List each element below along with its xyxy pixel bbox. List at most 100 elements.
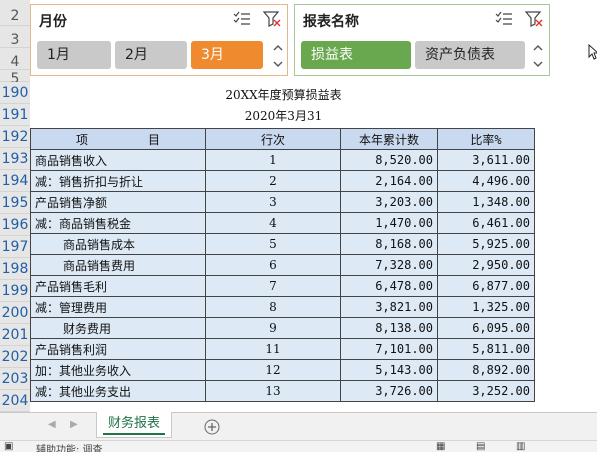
table-row: 产品销售毛利 7 6,478.00 6,877.00 — [30, 275, 535, 297]
cell-rate[interactable]: 5,925.00 — [437, 233, 535, 255]
cell-rate[interactable]: 1,348.00 — [437, 191, 535, 213]
clear-filter-icon[interactable] — [525, 11, 543, 27]
month-slicer-scroll[interactable] — [271, 41, 285, 75]
slicer-report-item[interactable]: 损益表 — [301, 41, 411, 69]
cell-rate[interactable]: 4,496.00 — [437, 170, 535, 192]
cell-value[interactable]: 8,138.00 — [340, 317, 438, 339]
cell-name[interactable]: 产品销售毛利 — [30, 275, 206, 297]
cell-value[interactable]: 8,168.00 — [340, 233, 438, 255]
report-date: 2020年3月31 — [244, 109, 323, 123]
cell-seq[interactable]: 13 — [205, 380, 341, 402]
cell-value[interactable]: 3,821.00 — [340, 296, 438, 318]
cell-name[interactable]: 财务费用 — [30, 317, 206, 339]
scroll-up-down-icon[interactable] — [271, 41, 285, 71]
cell-value[interactable]: 6,478.00 — [340, 275, 438, 297]
cell-seq[interactable]: 4 — [205, 212, 341, 234]
row-header[interactable]: 201 — [0, 324, 30, 346]
cell-rate[interactable]: 3,611.00 — [437, 149, 535, 171]
column-header[interactable]: 本年累计数 — [340, 128, 438, 150]
column-header[interactable]: 项 目 — [30, 128, 206, 150]
tab-finance-report[interactable]: 财务报表 — [96, 412, 172, 438]
cell-value[interactable]: 7,101.00 — [340, 338, 438, 360]
row-header[interactable]: 203 — [0, 368, 30, 390]
row-header[interactable]: 191 — [0, 104, 30, 126]
row-header[interactable]: 194 — [0, 170, 30, 192]
row-header[interactable]: 193 — [0, 148, 30, 170]
tab-scroll-left-icon[interactable]: ◀ — [48, 419, 56, 430]
row-header[interactable]: 196 — [0, 214, 30, 236]
cell-value[interactable]: 3,203.00 — [340, 191, 438, 213]
cell-seq[interactable]: 3 — [205, 191, 341, 213]
row-header[interactable]: 192 — [0, 126, 30, 148]
cell-rate[interactable]: 6,095.00 — [437, 317, 535, 339]
cell-name[interactable]: 减：管理费用 — [30, 296, 206, 318]
scroll-up-down-icon[interactable] — [531, 41, 545, 71]
table-row: 减：其他业务支出 13 3,726.00 3,252.00 — [30, 380, 535, 402]
row-header[interactable]: 190 — [0, 82, 30, 104]
clear-filter-icon[interactable] — [263, 11, 281, 27]
row-header[interactable]: 204 — [0, 390, 30, 412]
cell-value[interactable]: 8,520.00 — [340, 149, 438, 171]
plus-circle-icon[interactable] — [204, 419, 220, 435]
cell-rate[interactable]: 2,950.00 — [437, 254, 535, 276]
cell-name[interactable]: 减：商品销售税金 — [30, 212, 206, 234]
row-header[interactable]: 198 — [0, 258, 30, 280]
cell-name[interactable]: 商品销售成本 — [30, 233, 206, 255]
normal-view-icon[interactable]: ▦ — [436, 441, 454, 452]
cell-name[interactable]: 商品销售费用 — [30, 254, 206, 276]
cell-name[interactable]: 产品销售净额 — [30, 191, 206, 213]
row-header[interactable]: 3 — [0, 26, 30, 48]
row-header[interactable]: 202 — [0, 346, 30, 368]
row-header[interactable]: 5 — [0, 70, 30, 87]
cell-seq[interactable]: 6 — [205, 254, 341, 276]
table-row: 商品销售费用 6 7,328.00 2,950.00 — [30, 254, 535, 276]
cell-seq[interactable]: 5 — [205, 233, 341, 255]
row-header[interactable]: 2 — [0, 0, 30, 26]
page-layout-icon[interactable]: ▤ — [476, 441, 485, 452]
slicer-month-item[interactable]: 1月 — [37, 41, 111, 69]
cell-name[interactable]: 减：其他业务支出 — [30, 380, 206, 402]
multi-select-icon[interactable] — [495, 11, 513, 27]
cell-rate[interactable]: 1,325.00 — [437, 296, 535, 318]
cell-rate[interactable]: 6,461.00 — [437, 212, 535, 234]
table-row: 减：管理费用 8 3,821.00 1,325.00 — [30, 296, 535, 318]
row-header[interactable]: 4 — [0, 48, 30, 70]
tab-scroll-right-icon[interactable]: ▶ — [70, 419, 78, 430]
cell-value[interactable]: 1,470.00 — [340, 212, 438, 234]
row-header[interactable]: 200 — [0, 302, 30, 324]
cell-rate[interactable]: 6,877.00 — [437, 275, 535, 297]
cell-name[interactable]: 加：其他业务收入 — [30, 359, 206, 381]
cell-value[interactable]: 5,143.00 — [340, 359, 438, 381]
multi-select-icon[interactable] — [233, 11, 251, 27]
page-break-icon[interactable]: ▥ — [516, 441, 525, 452]
cell-seq[interactable]: 9 — [205, 317, 341, 339]
cell-name[interactable]: 商品销售收入 — [30, 149, 206, 171]
cell-value[interactable]: 7,328.00 — [340, 254, 438, 276]
report-slicer-title: 报表名称 — [303, 14, 359, 30]
cell-seq[interactable]: 1 — [205, 149, 341, 171]
column-header[interactable]: 比率% — [437, 128, 535, 150]
cell-seq[interactable]: 12 — [205, 359, 341, 381]
row-header[interactable]: 199 — [0, 280, 30, 302]
row-header[interactable]: 195 — [0, 192, 30, 214]
cell-value[interactable]: 2,164.00 — [340, 170, 438, 192]
slicer-month-item[interactable]: 3月 — [191, 41, 263, 69]
slicer-month-item[interactable]: 2月 — [115, 41, 187, 69]
cell-rate[interactable]: 3,252.00 — [437, 380, 535, 402]
cell-seq[interactable]: 7 — [205, 275, 341, 297]
table-row: 商品销售收入 1 8,520.00 3,611.00 — [30, 149, 535, 171]
cell-seq[interactable]: 2 — [205, 170, 341, 192]
cell-seq[interactable]: 11 — [205, 338, 341, 360]
report-slicer-scroll[interactable] — [531, 41, 545, 75]
cell-rate[interactable]: 8,892.00 — [437, 359, 535, 381]
table-row: 减：销售折扣与折让 2 2,164.00 4,496.00 — [30, 170, 535, 192]
row-header[interactable]: 197 — [0, 236, 30, 258]
cell-value[interactable]: 3,726.00 — [340, 380, 438, 402]
slicer-report-item[interactable]: 资产负债表 — [415, 41, 525, 69]
cell-rate[interactable]: 5,811.00 — [437, 338, 535, 360]
column-header[interactable]: 行次 — [205, 128, 341, 150]
table-row: 加：其他业务收入 12 5,143.00 8,892.00 — [30, 359, 535, 381]
cell-seq[interactable]: 8 — [205, 296, 341, 318]
cell-name[interactable]: 减：销售折扣与折让 — [30, 170, 206, 192]
cell-name[interactable]: 产品销售利润 — [30, 338, 206, 360]
